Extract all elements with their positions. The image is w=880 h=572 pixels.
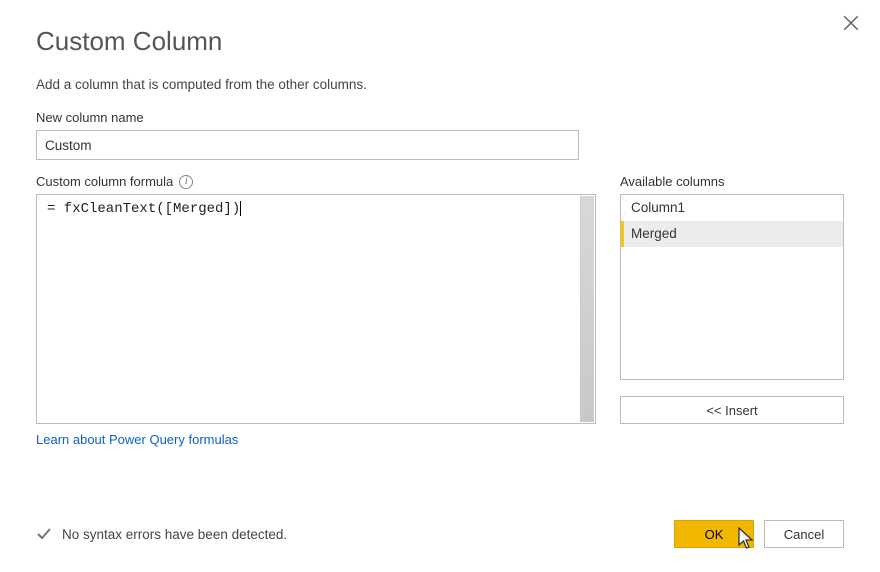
- available-columns-list[interactable]: Column1 Merged: [620, 194, 844, 380]
- formula-scrollbar[interactable]: [580, 196, 594, 422]
- cancel-button[interactable]: Cancel: [764, 520, 844, 548]
- dialog-description: Add a column that is computed from the o…: [36, 77, 844, 92]
- available-column-item[interactable]: Column1: [621, 195, 843, 221]
- custom-column-dialog: Custom Column Add a column that is compu…: [0, 0, 880, 572]
- insert-button[interactable]: << Insert: [620, 396, 844, 424]
- info-icon[interactable]: i: [179, 175, 193, 189]
- text-caret: [240, 201, 241, 216]
- formula-input[interactable]: = fxCleanText([Merged]): [36, 194, 596, 424]
- ok-button[interactable]: OK: [674, 520, 754, 548]
- new-column-name-input[interactable]: [36, 130, 579, 160]
- available-columns-label: Available columns: [620, 174, 844, 189]
- close-icon: [842, 14, 860, 32]
- learn-link[interactable]: Learn about Power Query formulas: [36, 432, 238, 447]
- available-column-item[interactable]: Merged: [621, 221, 843, 247]
- formula-label: Custom column formula i: [36, 174, 596, 189]
- close-button[interactable]: [842, 14, 862, 34]
- dialog-title: Custom Column: [36, 26, 844, 57]
- status-message: No syntax errors have been detected.: [36, 526, 287, 542]
- new-column-name-label: New column name: [36, 110, 844, 125]
- check-icon: [36, 526, 52, 542]
